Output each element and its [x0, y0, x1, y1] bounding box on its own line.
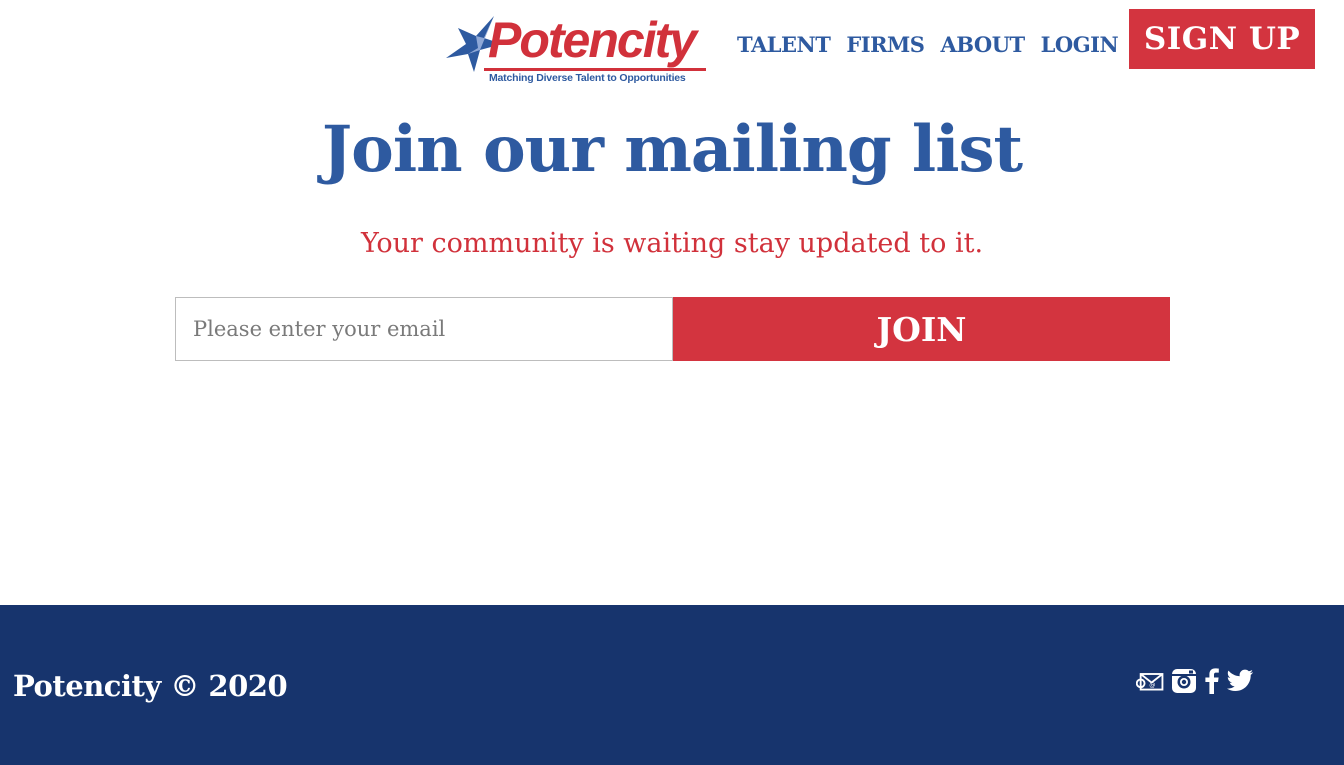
site-header: Potencity Matching Diverse Talent to Opp…	[0, 0, 1344, 100]
svg-text:@: @	[1149, 681, 1155, 689]
join-button[interactable]: JOIN	[673, 297, 1170, 361]
social-links: @	[1136, 667, 1254, 695]
page-subtitle: Your community is waiting stay updated t…	[360, 228, 984, 259]
nav-firms-link[interactable]: FIRMS	[846, 28, 925, 62]
copyright-text: Potencity © 2020	[13, 669, 288, 703]
signup-button[interactable]: SIGN UP	[1129, 9, 1315, 69]
nav-about-link[interactable]: ABOUT	[940, 28, 1025, 62]
email-input[interactable]	[175, 297, 673, 361]
mailing-list-form: JOIN	[175, 297, 1170, 361]
logo-underline	[484, 68, 706, 71]
site-footer: Potencity © 2020 @	[0, 605, 1344, 765]
logo-tagline: Matching Diverse Talent to Opportunities	[489, 72, 686, 84]
logo-wordmark: Potencity	[488, 12, 697, 68]
nav-login-link[interactable]: LOGIN	[1041, 28, 1119, 62]
potencity-logo[interactable]: Potencity Matching Diverse Talent to Opp…	[444, 12, 710, 88]
twitter-icon[interactable]	[1226, 667, 1254, 695]
email-icon[interactable]: @	[1136, 667, 1164, 695]
main-nav: TALENT FIRMS ABOUT LOGIN	[737, 28, 1119, 62]
nav-talent-link[interactable]: TALENT	[737, 28, 831, 62]
instagram-icon[interactable]	[1170, 667, 1198, 695]
page-title: Join our mailing list	[321, 112, 1023, 187]
facebook-icon[interactable]	[1204, 667, 1220, 695]
